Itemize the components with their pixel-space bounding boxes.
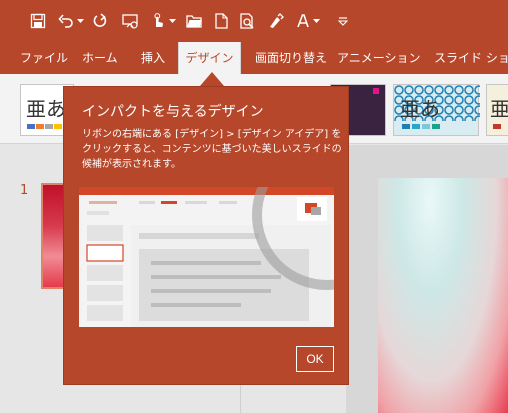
theme-sample-text: 亜 [490,97,508,121]
theme-accent-mark [373,88,379,94]
redo-icon[interactable] [90,10,110,32]
theme-color-swatch [402,124,410,129]
save-icon[interactable] [28,10,48,32]
theme-color-swatch [412,124,420,129]
tab-slideshow[interactable]: スライド ショー [434,42,508,74]
theme-color-swatch [493,124,501,129]
ok-button[interactable]: OK [296,346,334,372]
design-tip-callout: インパクトを与えるデザイン リボンの右端にある [デザイン] > [デザイン ア… [63,86,349,385]
theme-thumbnail[interactable]: 亜あ [393,84,480,136]
theme-sample-text: 亜あ [26,97,66,121]
font-color-dropdown-icon[interactable] [312,10,320,32]
theme-sample-text: 亜あ [400,97,440,121]
theme-thumbnail[interactable]: 亜 [486,84,508,136]
slide-canvas[interactable] [378,178,508,413]
print-preview-icon[interactable] [238,10,258,32]
theme-color-swatch [36,124,44,129]
new-file-icon[interactable] [212,10,230,32]
touch-dropdown-icon[interactable] [168,10,176,32]
tab-transitions[interactable]: 画面切り替え [255,42,327,74]
spelling-icon[interactable] [266,10,286,32]
theme-color-swatch [422,124,430,129]
tab-home[interactable]: ホーム [82,42,118,74]
theme-color-swatch [432,124,440,129]
customize-qat-icon[interactable] [336,10,350,32]
powerpoint-window: ファイル ホーム 挿入 デザイン 画面切り替え アニメーション スライド ショー… [0,0,508,413]
open-folder-icon[interactable] [184,10,204,32]
touch-mode-icon[interactable] [148,10,168,32]
tab-design[interactable]: デザイン [178,42,241,74]
theme-color-swatch [54,124,62,129]
quick-access-toolbar [0,0,508,42]
ribbon-tabs: ファイル ホーム 挿入 デザイン 画面切り替え アニメーション スライド ショー [0,42,508,74]
tab-file[interactable]: ファイル [20,42,68,74]
tab-animations[interactable]: アニメーション [337,42,421,74]
slideshow-from-start-icon[interactable] [120,10,142,32]
theme-color-swatch [27,124,35,129]
undo-icon[interactable] [56,10,76,32]
callout-body: リボンの右端にある [デザイン] > [デザイン アイデア] をクリックすると、… [82,129,342,170]
undo-dropdown-icon[interactable] [76,10,84,32]
tab-insert[interactable]: 挿入 [141,42,165,74]
callout-title: インパクトを与えるデザイン [82,104,264,120]
callout-pointer [200,72,224,86]
slide-number: 1 [20,183,29,198]
theme-color-swatch [45,124,53,129]
design-ideas-illustration [79,187,334,327]
font-color-icon[interactable] [294,10,312,32]
